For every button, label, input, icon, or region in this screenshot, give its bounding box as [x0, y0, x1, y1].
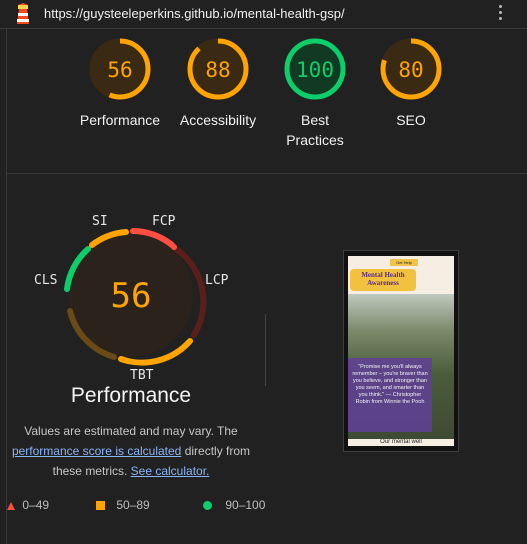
score-label: Performance	[79, 112, 161, 128]
score-value: 100	[296, 58, 334, 82]
performance-title: Performance	[70, 384, 192, 407]
legend-fail: 0–49	[6, 498, 49, 512]
score-note: Values are estimated and may vary. The p…	[0, 421, 262, 481]
see-calculator-link[interactable]: See calculator.	[131, 464, 210, 478]
score-gauge-accessibility[interactable]: 88 Accessibility	[173, 36, 263, 130]
metric-fcp: FCP	[152, 214, 176, 229]
score-gauge-seo[interactable]: 80 SEO	[366, 36, 456, 130]
score-value: 88	[205, 58, 230, 82]
note-text-1: Values are estimated and may vary. The	[24, 424, 238, 438]
performance-score-large: 56	[111, 276, 152, 316]
score-calculated-link[interactable]: performance score is calculated	[12, 444, 181, 458]
score-value: 56	[107, 58, 132, 82]
score-gauge-best-practices[interactable]: 100 Best Practices	[270, 36, 360, 150]
page-url[interactable]: https://guysteeleperkins.github.io/menta…	[44, 6, 345, 21]
page-screenshot[interactable]: Get Help Mental Health Awareness "Promis…	[343, 250, 459, 452]
metric-cls: CLS	[34, 273, 58, 288]
score-label: Best Practices	[286, 112, 344, 148]
legend-fail-range: 0–49	[22, 498, 50, 512]
triangle-icon	[7, 501, 15, 510]
score-label: Accessibility	[179, 112, 257, 128]
score-value: 80	[398, 58, 423, 82]
metric-tbt: TBT	[130, 368, 154, 383]
more-vert-icon[interactable]	[497, 5, 505, 23]
page-heading-snippet: Our mental well	[348, 439, 454, 446]
score-label: SEO	[396, 112, 426, 128]
lighthouse-icon	[14, 3, 32, 30]
hero-photo: "Promise me you'll always remember – you…	[348, 294, 454, 440]
square-icon	[96, 501, 105, 511]
section-divider	[6, 173, 527, 174]
legend-average: 50–89	[96, 498, 150, 512]
vertical-separator	[265, 314, 266, 386]
legend-pass: 90–100	[203, 498, 265, 512]
metric-lcp: LCP	[205, 273, 229, 288]
score-gauge-performance[interactable]: 56 Performance	[75, 36, 165, 130]
address-bar: https://guysteeleperkins.github.io/menta…	[0, 0, 527, 29]
circle-icon	[203, 501, 212, 511]
get-help-button: Get Help	[390, 259, 418, 266]
legend-average-range: 50–89	[116, 498, 150, 512]
legend-pass-range: 90–100	[225, 498, 266, 512]
hero-quote: "Promise me you'll always remember – you…	[348, 358, 432, 432]
metric-si: SI	[92, 214, 108, 229]
performance-gauge-large: 56	[26, 205, 236, 385]
site-banner: Mental Health Awareness	[350, 269, 416, 291]
